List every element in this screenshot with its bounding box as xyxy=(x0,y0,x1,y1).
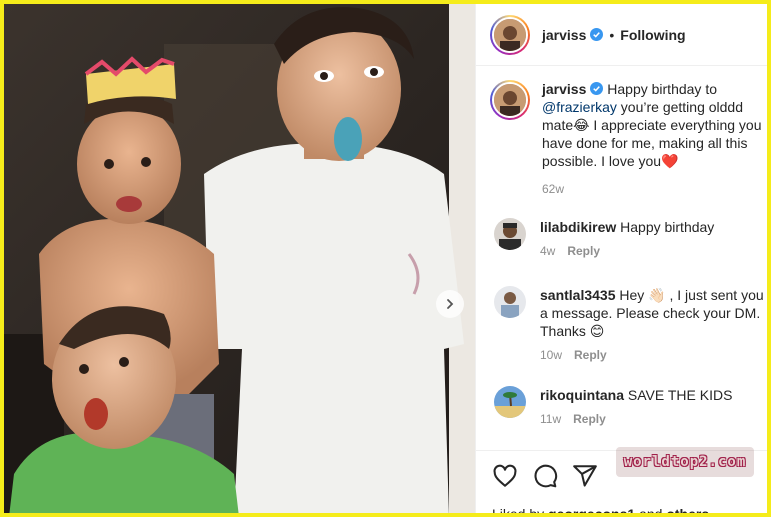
comment-text: Happy birthday xyxy=(620,219,715,235)
comment-row: lilabdikirew Happy birthday 4w Reply xyxy=(490,218,767,260)
reply-button[interactable]: Reply xyxy=(573,412,606,426)
caption-text: jarviss Happy birthday to @frazierkay yo… xyxy=(542,80,767,198)
chevron-right-icon xyxy=(447,299,454,309)
likes-summary: Liked by georgecons1 and others xyxy=(492,506,709,517)
comment-icon[interactable] xyxy=(532,463,558,489)
caption-row: jarviss Happy birthday to @frazierkay yo… xyxy=(490,80,767,198)
profile-photo xyxy=(494,84,526,116)
commenter-username[interactable]: rikoquintana xyxy=(540,387,624,403)
caption-body-start: Happy birthday to xyxy=(607,81,717,97)
commenter-avatar[interactable] xyxy=(494,386,526,418)
comment-body: rikoquintana SAVE THE KIDS 11w Reply xyxy=(540,386,732,428)
share-icon[interactable] xyxy=(572,463,598,489)
comment-body: santlal3435 Hey 👋🏻 , I just sent you a m… xyxy=(540,286,767,364)
comment-timestamp: 4w xyxy=(540,244,556,258)
comment-text: SAVE THE KIDS xyxy=(627,387,733,403)
commenter-username[interactable]: lilabdikirew xyxy=(540,219,616,235)
separator-dot: • xyxy=(609,26,615,43)
comment-timestamp: 11w xyxy=(540,412,562,426)
caption-mention-link[interactable]: @frazierkay xyxy=(542,99,617,115)
reply-button[interactable]: Reply xyxy=(567,244,600,258)
profile-photo xyxy=(494,218,526,250)
post-header: jarviss • Following xyxy=(476,4,767,66)
caption-timestamp: 62w xyxy=(542,182,565,196)
watermark-logo: worldtop2.com xyxy=(616,447,754,477)
profile-photo xyxy=(494,286,526,318)
post-photo xyxy=(4,4,475,513)
heart-icon[interactable] xyxy=(492,463,518,489)
commenter-username[interactable]: santlal3435 xyxy=(540,287,616,303)
commenter-avatar[interactable] xyxy=(494,286,526,318)
profile-photo xyxy=(494,18,526,51)
likes-user-link[interactable]: georgecons1 xyxy=(548,506,635,513)
commenter-avatar[interactable] xyxy=(494,218,526,250)
author-username[interactable]: jarviss xyxy=(542,27,586,43)
post-side-panel: jarviss • Following jarviss Happy birthd… xyxy=(475,4,767,517)
likes-middle: and xyxy=(635,506,667,517)
following-button[interactable]: Following xyxy=(620,27,685,43)
comment-timestamp: 10w xyxy=(540,348,563,362)
likes-prefix: Liked by xyxy=(492,506,549,517)
profile-photo xyxy=(494,386,526,418)
caption-username[interactable]: jarviss xyxy=(542,81,586,97)
verified-badge-icon xyxy=(590,28,604,41)
comment-body: lilabdikirew Happy birthday 4w Reply xyxy=(540,218,714,260)
author-avatar[interactable] xyxy=(490,14,530,55)
reply-button[interactable]: Reply xyxy=(574,348,607,362)
comment-row: rikoquintana SAVE THE KIDS 11w Reply xyxy=(490,386,767,428)
verified-badge-icon xyxy=(590,82,604,95)
comment-row: santlal3435 Hey 👋🏻 , I just sent you a m… xyxy=(490,286,767,364)
next-photo-button[interactable] xyxy=(436,290,464,318)
vintage-kids-photo xyxy=(4,4,475,513)
screenshot-frame: jarviss • Following jarviss Happy birthd… xyxy=(0,0,771,517)
comments-list: jarviss Happy birthday to @frazierkay yo… xyxy=(476,66,767,446)
caption-avatar[interactable] xyxy=(490,80,530,120)
likes-others-link[interactable]: others xyxy=(666,506,709,513)
